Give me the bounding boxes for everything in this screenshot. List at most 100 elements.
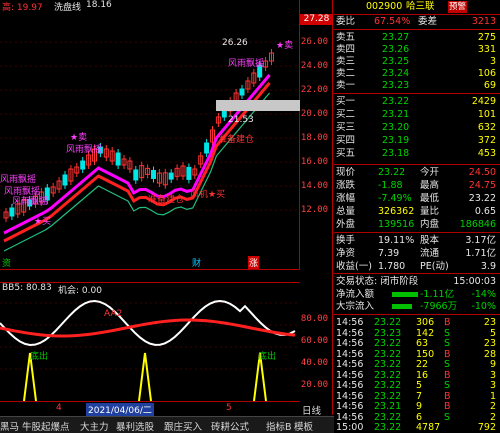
ask-price: 23.27 bbox=[382, 32, 410, 43]
flow-bar bbox=[392, 292, 418, 297]
tab-heima[interactable]: 黑马 bbox=[0, 419, 19, 433]
stat-value: 19.11% bbox=[378, 235, 415, 246]
flow-pct: -10% bbox=[471, 301, 496, 312]
tab-moban[interactable]: 模板 bbox=[294, 419, 313, 433]
candle-body bbox=[133, 169, 139, 181]
tab-zhuangeng[interactable]: 砖耕公式 bbox=[211, 419, 249, 433]
stat-label: 最低 bbox=[420, 193, 440, 204]
stat-value: 326362 bbox=[378, 206, 415, 217]
low-price-label: 21.53 bbox=[228, 115, 254, 125]
stat-label: 换手 bbox=[336, 235, 356, 246]
stat-value: 0.65 bbox=[474, 206, 496, 217]
stat2-row: 换手 19.11% 股本 3.17亿 bbox=[334, 235, 500, 247]
stat-value: 7.39 bbox=[378, 248, 400, 259]
candlestick-chart[interactable]: 26.26 21.53 风雨飘摇 风雨飘摇 风雨飘摇 风雨飘摇 风雨飘摇 ★卖 … bbox=[0, 0, 300, 270]
ask-row: 卖四 23.26 331 bbox=[334, 44, 500, 56]
ask-volume: 106 bbox=[477, 68, 496, 79]
cursor-date: 2021/04/06/二 bbox=[86, 403, 154, 416]
peak-price-label: 26.26 bbox=[222, 38, 248, 48]
candle-body bbox=[204, 142, 210, 154]
stat-label: 外盘 bbox=[336, 219, 356, 230]
bid-price: 23.18 bbox=[382, 148, 410, 159]
alert-badge[interactable]: 预警 bbox=[448, 1, 468, 13]
sell-marker: ★卖 bbox=[70, 133, 88, 143]
bottom-label: 财 bbox=[192, 259, 202, 269]
ask-label: 卖四 bbox=[336, 44, 356, 55]
tab-rixian[interactable]: 日线 bbox=[302, 403, 321, 417]
stat-row: 涨跌 -1.88 最高 24.75 bbox=[334, 180, 500, 192]
ask-label: 卖三 bbox=[336, 56, 356, 67]
candle-body bbox=[115, 152, 121, 166]
bid-row: 买二 23.21 101 bbox=[334, 109, 500, 121]
stat-value: 24.75 bbox=[468, 180, 496, 191]
stat-value: 1.780 bbox=[378, 261, 406, 272]
ask-volume: 69 bbox=[483, 80, 496, 91]
stat-row: 现价 23.22 今开 24.50 bbox=[334, 167, 500, 179]
y-tick: 80.00 bbox=[300, 314, 328, 324]
ask-label: 卖五 bbox=[336, 32, 356, 43]
annotation: 风雨飘摇 bbox=[228, 59, 265, 69]
indicator-svg bbox=[0, 299, 300, 402]
stat-label: 涨跌 bbox=[336, 180, 356, 191]
candle-body bbox=[186, 166, 192, 180]
stat-value: 24.50 bbox=[468, 167, 496, 178]
ask-row: 卖二 23.24 106 bbox=[334, 68, 500, 80]
tab-genzhuang[interactable]: 跟庄买入 bbox=[164, 419, 202, 433]
candle-body bbox=[80, 160, 86, 170]
bid-volume: 453 bbox=[477, 148, 496, 159]
stat-label: 股本 bbox=[420, 235, 440, 246]
tab-zhibiao-b[interactable]: 指标B bbox=[266, 419, 292, 433]
candle-body bbox=[62, 174, 68, 186]
price-highlight-bar bbox=[216, 100, 300, 111]
bottom-label: 资 bbox=[2, 259, 12, 269]
indicator-chart[interactable]: AA2 底出 底出 bbox=[0, 282, 300, 402]
bid-row: 买四 23.19 372 bbox=[334, 135, 500, 147]
stat-value: -1.88 bbox=[378, 180, 403, 191]
ask-price: 23.26 bbox=[382, 44, 410, 55]
y-tick: 20.00 bbox=[300, 380, 328, 390]
trade-status-row: 交易状态: 闭市阶段 15:00:03 bbox=[336, 276, 496, 287]
candle-body bbox=[239, 88, 245, 96]
stock-code: 002900 bbox=[366, 1, 403, 12]
tick-row: 15:00 23.22 4787 792 bbox=[334, 422, 500, 433]
signal-label: 底出 bbox=[30, 352, 49, 362]
stat-value: 3.9 bbox=[480, 261, 496, 272]
candle-body bbox=[9, 207, 15, 217]
ask-price: 23.24 bbox=[382, 68, 410, 79]
indicator-red-line bbox=[0, 318, 296, 338]
stat-value: 3.17亿 bbox=[465, 235, 496, 246]
tab-niugu[interactable]: 牛股起爆点 bbox=[22, 419, 70, 433]
tab-baoli[interactable]: 暴利选股 bbox=[116, 419, 154, 433]
ask-row: 卖一 23.23 69 bbox=[334, 80, 500, 92]
time-label: 5 bbox=[226, 403, 232, 413]
flow-value: -7966万 bbox=[420, 301, 458, 312]
y-tick: 20.00 bbox=[300, 109, 328, 119]
buy-marker: 风机★买 bbox=[190, 190, 226, 200]
indicator-line-label: AA2 bbox=[104, 309, 123, 319]
bid-price: 23.20 bbox=[382, 122, 410, 133]
stat-label: 总量 bbox=[336, 206, 356, 217]
candle-body bbox=[151, 169, 156, 179]
bid-volume: 2429 bbox=[471, 96, 496, 107]
indicator-spike bbox=[138, 352, 152, 402]
flow-label: 净流入额 bbox=[336, 289, 375, 300]
bid-price: 23.22 bbox=[382, 96, 410, 107]
stat-value: 186846 bbox=[459, 219, 496, 230]
bid-label: 买二 bbox=[336, 109, 356, 120]
time-label: 4 bbox=[56, 403, 62, 413]
stat-label: 量比 bbox=[420, 206, 440, 217]
formula-tab-bar: 黑马 牛股起爆点 大主力 暴利选股 跟庄买入 砖耕公式 指标B 模板 日线 bbox=[0, 406, 334, 433]
bid-row: 买一 23.22 2429 bbox=[334, 96, 500, 108]
tick-volume: 4787 bbox=[416, 422, 441, 433]
price-axis: 27.28 26.00 24.00 22.00 20.00 18.00 16.0… bbox=[300, 0, 333, 415]
quote-panel: 002900 哈三联 预警 委比 67.54% 委差 3213 卖五 23.27 2… bbox=[334, 0, 500, 433]
y-tick: 12.00 bbox=[300, 205, 328, 215]
bid-row: 买五 23.18 453 bbox=[334, 148, 500, 160]
flow-pct: -14% bbox=[471, 289, 496, 300]
bid-volume: 372 bbox=[477, 135, 496, 146]
candle-body bbox=[168, 172, 174, 180]
tab-dazhuli[interactable]: 大主力 bbox=[80, 419, 109, 433]
bid-price: 23.19 bbox=[382, 135, 410, 146]
stock-name: 哈三联 bbox=[406, 1, 435, 12]
ask-label: 卖二 bbox=[336, 68, 356, 79]
